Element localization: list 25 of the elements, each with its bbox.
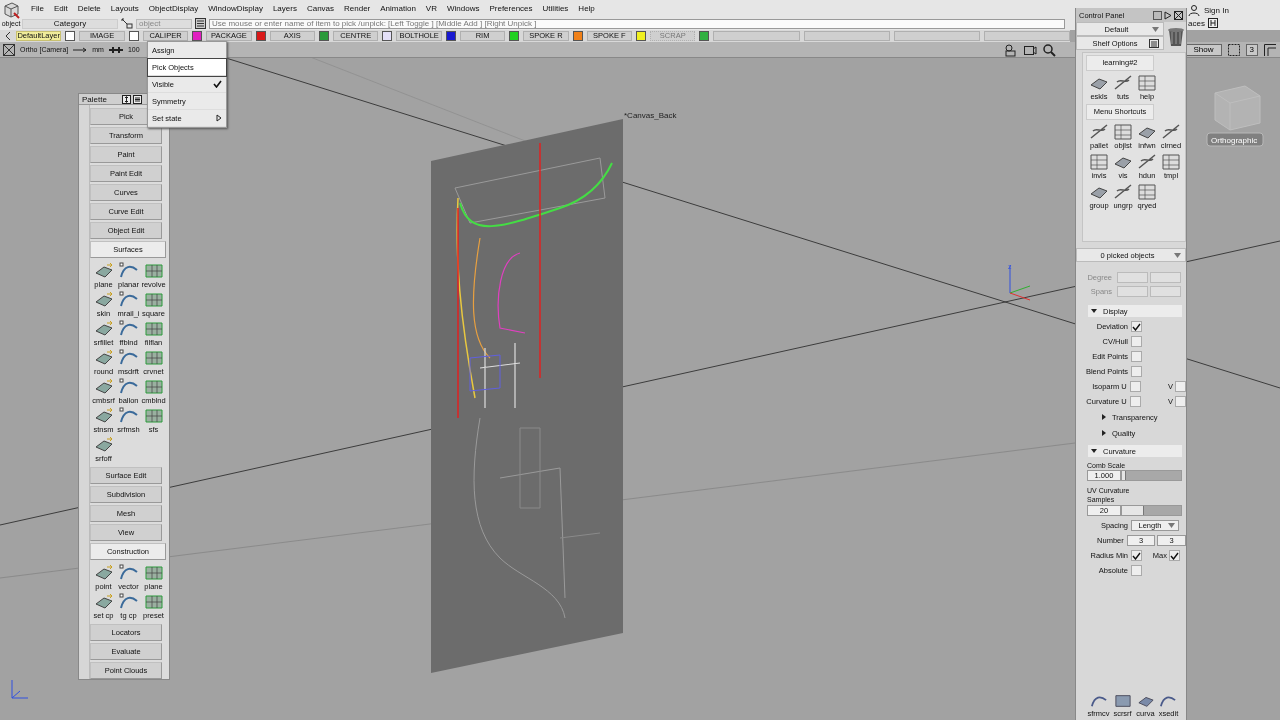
show-button[interactable]: Show — [1185, 43, 1222, 56]
menu-item[interactable]: Canvas — [301, 4, 340, 13]
prompt-field[interactable]: Use mouse or enter name of item to pick /unpick: [Left Toggle ] [Middle Add ] [Right Unpick ] — [209, 18, 1065, 29]
menu-item[interactable]: VR — [420, 4, 442, 13]
menu-item[interactable]: Delete — [72, 4, 106, 13]
menu-item[interactable]: ObjectDisplay — [143, 4, 204, 13]
menu-item[interactable]: Render — [339, 4, 376, 13]
view-label[interactable]: Orthographic — [1211, 136, 1258, 145]
object-field[interactable]: object — [136, 18, 192, 29]
menu-item[interactable]: Layers — [267, 4, 302, 13]
sign-in-link[interactable]: Sign In — [1204, 5, 1229, 15]
menu-item[interactable]: Preferences — [484, 4, 538, 13]
menu-item[interactable]: Edit — [48, 4, 73, 13]
menu-item[interactable]: Help — [573, 4, 600, 13]
category-field[interactable]: Category — [22, 18, 118, 29]
palette-title: Palette — [82, 94, 108, 104]
menu-item[interactable]: Windows — [442, 4, 485, 13]
menu-item[interactable]: WindowDisplay — [203, 4, 268, 13]
menu-item[interactable]: Utilities — [537, 4, 574, 13]
menu-item[interactable]: File — [26, 4, 49, 13]
shelf-tab[interactable]: aces — [1188, 18, 1205, 28]
canvas-label: *Canvas_Back — [624, 111, 677, 120]
menu-item[interactable]: Layouts — [105, 4, 144, 13]
layout-button[interactable]: 3 — [1245, 43, 1258, 56]
menu-item[interactable]: Animation — [375, 4, 421, 13]
